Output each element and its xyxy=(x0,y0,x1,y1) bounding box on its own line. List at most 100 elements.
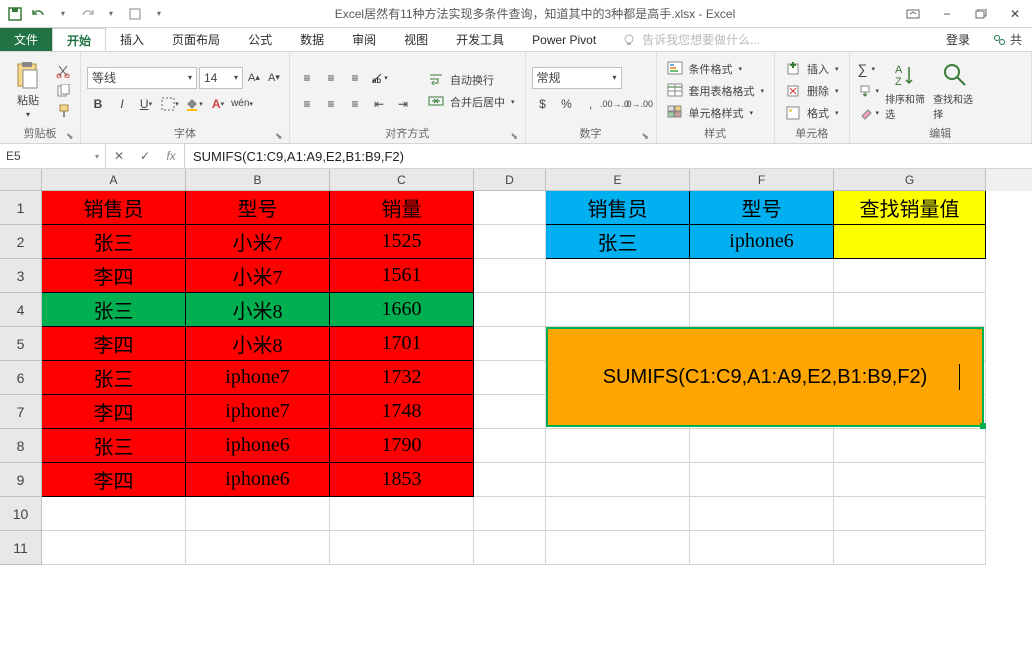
increase-decimal-button[interactable]: .00→.0 xyxy=(604,93,626,115)
cell-A4[interactable]: 张三 xyxy=(42,293,186,327)
cell-G4[interactable] xyxy=(834,293,986,327)
row-header-7[interactable]: 7 xyxy=(0,395,42,429)
cell-E4[interactable] xyxy=(546,293,690,327)
clear-button[interactable]: ▾ xyxy=(856,103,882,123)
align-right-button[interactable]: ≡ xyxy=(344,93,366,115)
cell-G9[interactable] xyxy=(834,463,986,497)
cell-C6[interactable]: 1732 xyxy=(330,361,474,395)
cell-E9[interactable] xyxy=(546,463,690,497)
decrease-decimal-button[interactable]: .0→.00 xyxy=(628,93,650,115)
column-header-B[interactable]: B xyxy=(186,169,330,191)
font-dialog-launcher-icon[interactable]: ⬊ xyxy=(275,131,285,141)
cell-G10[interactable] xyxy=(834,497,986,531)
phonetic-button[interactable]: wén▾ xyxy=(231,93,253,115)
row-header-2[interactable]: 2 xyxy=(0,225,42,259)
cell-D1[interactable] xyxy=(474,191,546,225)
cell-D2[interactable] xyxy=(474,225,546,259)
decrease-indent-button[interactable]: ⇤ xyxy=(368,93,390,115)
cell-D4[interactable] xyxy=(474,293,546,327)
cell-B4[interactable]: 小米8 xyxy=(186,293,330,327)
enter-formula-button[interactable]: ✓ xyxy=(132,149,158,163)
cell-A1[interactable]: 销售员 xyxy=(42,191,186,225)
format-table-button[interactable]: 套用表格格式▾ xyxy=(663,81,769,101)
tab-powerpivot[interactable]: Power Pivot xyxy=(518,28,610,51)
number-dialog-launcher-icon[interactable]: ⬊ xyxy=(642,131,652,141)
row-header-8[interactable]: 8 xyxy=(0,429,42,463)
cell-E11[interactable] xyxy=(546,531,690,565)
minimize-button[interactable]: − xyxy=(934,5,960,23)
orientation-button[interactable]: ab▾ xyxy=(368,67,390,89)
formula-input[interactable]: SUMIFS(C1:C9,A1:A9,E2,B1:B9,F2) xyxy=(185,144,1032,168)
cell-A5[interactable]: 李四 xyxy=(42,327,186,361)
tab-insert[interactable]: 插入 xyxy=(106,28,158,51)
undo-icon[interactable] xyxy=(28,3,50,25)
row-header-4[interactable]: 4 xyxy=(0,293,42,327)
cell-G8[interactable] xyxy=(834,429,986,463)
cell-B6[interactable]: iphone7 xyxy=(186,361,330,395)
login-link[interactable]: 登录 xyxy=(934,28,982,51)
cell-C8[interactable]: 1790 xyxy=(330,429,474,463)
merge-center-button[interactable]: 合并后居中▾ xyxy=(424,92,519,112)
find-select-button[interactable]: 查找和选择 xyxy=(933,58,977,124)
bold-button[interactable]: B xyxy=(87,93,109,115)
cell-B8[interactable]: iphone6 xyxy=(186,429,330,463)
align-top-button[interactable]: ≡ xyxy=(296,67,318,89)
tab-view[interactable]: 视图 xyxy=(390,28,442,51)
copy-button[interactable] xyxy=(54,82,74,100)
cell-F9[interactable] xyxy=(690,463,834,497)
cut-button[interactable] xyxy=(54,62,74,80)
row-header-9[interactable]: 9 xyxy=(0,463,42,497)
cell-C7[interactable]: 1748 xyxy=(330,395,474,429)
paste-button[interactable]: 粘贴 ▾ xyxy=(6,58,50,124)
cell-B3[interactable]: 小米7 xyxy=(186,259,330,293)
cell-G11[interactable] xyxy=(834,531,986,565)
wrap-text-button[interactable]: 自动换行 xyxy=(424,70,519,90)
column-header-E[interactable]: E xyxy=(546,169,690,191)
format-cells-button[interactable]: 格式▾ xyxy=(781,103,843,123)
cell-A7[interactable]: 李四 xyxy=(42,395,186,429)
cell-A9[interactable]: 李四 xyxy=(42,463,186,497)
clipboard-dialog-launcher-icon[interactable]: ⬊ xyxy=(66,131,76,141)
cell-C1[interactable]: 销量 xyxy=(330,191,474,225)
cell-E1[interactable]: 销售员 xyxy=(546,191,690,225)
tell-me-search[interactable]: 告诉我您想要做什么... xyxy=(610,28,934,51)
cell-B2[interactable]: 小米7 xyxy=(186,225,330,259)
cell-B10[interactable] xyxy=(186,497,330,531)
fill-button[interactable]: ▾ xyxy=(856,81,882,101)
row-header-11[interactable]: 11 xyxy=(0,531,42,565)
cell-D5[interactable] xyxy=(474,327,546,361)
alignment-dialog-launcher-icon[interactable]: ⬊ xyxy=(511,131,521,141)
cell-D3[interactable] xyxy=(474,259,546,293)
comma-button[interactable]: , xyxy=(580,93,602,115)
cell-A3[interactable]: 李四 xyxy=(42,259,186,293)
cell-F3[interactable] xyxy=(690,259,834,293)
row-header-3[interactable]: 3 xyxy=(0,259,42,293)
cell-F10[interactable] xyxy=(690,497,834,531)
row-header-10[interactable]: 10 xyxy=(0,497,42,531)
cell-B5[interactable]: 小米8 xyxy=(186,327,330,361)
cell-D11[interactable] xyxy=(474,531,546,565)
cell-F11[interactable] xyxy=(690,531,834,565)
qat-extra-dropdown[interactable]: ▾ xyxy=(148,3,170,25)
percent-button[interactable]: % xyxy=(556,93,578,115)
format-painter-button[interactable] xyxy=(54,102,74,120)
share-button[interactable]: 共 xyxy=(982,28,1032,51)
cell-C10[interactable] xyxy=(330,497,474,531)
tab-formulas[interactable]: 公式 xyxy=(234,28,286,51)
number-format-combo[interactable]: 常规▾ xyxy=(532,67,622,89)
cell-D6[interactable] xyxy=(474,361,546,395)
cell-B7[interactable]: iphone7 xyxy=(186,395,330,429)
tab-developer[interactable]: 开发工具 xyxy=(442,28,518,51)
font-color-button[interactable]: A▾ xyxy=(207,93,229,115)
decrease-font-button[interactable]: A▾ xyxy=(265,67,283,89)
cell-C9[interactable]: 1853 xyxy=(330,463,474,497)
row-header-5[interactable]: 5 xyxy=(0,327,42,361)
row-header-1[interactable]: 1 xyxy=(0,191,42,225)
ribbon-display-options-icon[interactable] xyxy=(900,5,926,23)
cell-F2[interactable]: iphone6 xyxy=(690,225,834,259)
qat-extra-icon[interactable] xyxy=(124,3,146,25)
cell-C2[interactable]: 1525 xyxy=(330,225,474,259)
cell-F8[interactable] xyxy=(690,429,834,463)
cell-B1[interactable]: 型号 xyxy=(186,191,330,225)
cell-C4[interactable]: 1660 xyxy=(330,293,474,327)
